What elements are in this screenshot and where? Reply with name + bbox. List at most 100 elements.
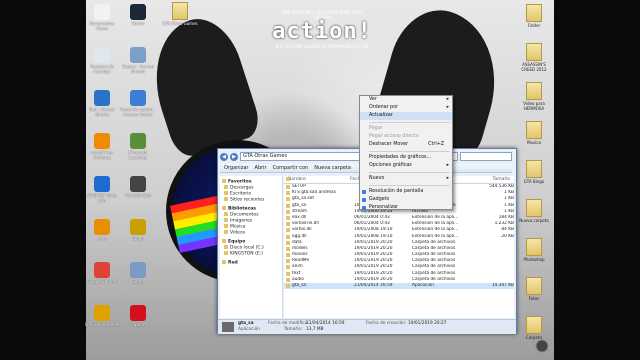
nav-network[interactable]: Red	[220, 260, 282, 266]
desktop-icon[interactable]: ASSASSIN'S CREED 2012	[516, 43, 552, 72]
desktop-icon-label: Steam	[131, 21, 145, 26]
menu-separator	[369, 151, 450, 152]
submenu-arrow-icon: ▸	[446, 163, 449, 168]
section-icon	[222, 239, 226, 243]
desktop-icon[interactable]: avast! Free Antivirus	[84, 133, 120, 160]
menu-separator	[369, 185, 450, 186]
menu-separator	[369, 172, 450, 173]
nav-item-label: Sitios recientes	[230, 197, 265, 203]
nav-drive-item[interactable]: KINGSTON (E:)	[220, 251, 282, 257]
search-input[interactable]	[460, 152, 512, 161]
context-menu-item[interactable]: Personalizar	[360, 204, 452, 212]
desktop-icon-label: Documentos Home	[89, 21, 115, 31]
desktop-icon-label: Minecraft Launcher	[128, 150, 148, 160]
menu-separator	[369, 122, 450, 123]
desktop-icon[interactable]: Photoshop	[516, 238, 552, 262]
desktop-icon[interactable]: Opera	[120, 305, 156, 327]
folder-icon	[526, 160, 542, 178]
desktop-icon[interactable]: Musica	[516, 121, 552, 145]
details-pane: gta_sa Aplicación Fecha de modifica... 2…	[218, 319, 516, 334]
context-menu-item[interactable]: Ver ▸	[360, 96, 452, 104]
details-created-label: Fecha de creación:	[366, 321, 407, 326]
desktop-icon[interactable]: Nueva carpeta	[516, 199, 552, 223]
desktop-icon[interactable]: Fotos	[516, 277, 552, 301]
column-name[interactable]: Nombre	[284, 176, 350, 183]
navigation-pane: Favoritos Descargas Escritorio Sitios recie…	[220, 176, 283, 318]
letterbox-left	[0, 0, 86, 360]
screen: THIS VIDEO WAS RECORDED WITH TRIAL VERSI…	[0, 0, 640, 360]
folder-icon	[526, 121, 542, 139]
context-menu-item[interactable]: Actualizar	[360, 112, 452, 120]
desktop-icon[interactable]: Minecraft Launcher	[120, 133, 156, 160]
app-file-icon	[222, 322, 234, 332]
ares-icon	[94, 219, 110, 235]
context-menu-item: Pegar	[360, 125, 452, 133]
file-row[interactable]: gta_sa 21/04/2014 16:59 Aplicación 14.347 K…	[284, 283, 514, 290]
file-type: Aplicación	[412, 283, 434, 288]
menu-shortcut: Ctrl+Z	[428, 142, 444, 147]
desktop-icon[interactable]: Documentos Home	[84, 4, 120, 31]
desktop-icon[interactable]: DAEMON Tools Lite	[84, 176, 120, 203]
wallpaper-cat-ear-left	[138, 9, 264, 161]
nav-item-label: Equipo	[228, 239, 246, 245]
forward-button[interactable]: ▶	[230, 152, 238, 161]
open-button[interactable]: Abrir	[254, 165, 266, 171]
desktop-icon[interactable]: Steam	[120, 4, 156, 26]
desktop-icon[interactable]: GTA San Andreas	[84, 305, 120, 327]
context-menu-item[interactable]: Opciones gráficas ▸	[360, 162, 452, 170]
nav-item-icon	[224, 218, 228, 222]
desktop-icon[interactable]: Ares	[84, 219, 120, 241]
nav-favorite-item[interactable]: Sitios recientes	[220, 197, 282, 203]
desktop-icon-label: Equipo - Acceso directo	[122, 64, 154, 74]
desktop-icon[interactable]: Red - Acceso directo	[84, 90, 120, 117]
organize-button[interactable]: Organizar	[224, 165, 248, 171]
new-folder-button[interactable]: Nueva carpeta	[314, 165, 351, 171]
nav-item-icon	[224, 212, 228, 216]
nav-item-label: Descargas	[230, 185, 254, 191]
desktop-icon[interactable]: Panel de control - Acceso directo	[120, 90, 156, 117]
recorder-icon	[534, 338, 550, 354]
desktop-icon[interactable]: VideoWinSoft	[120, 176, 156, 198]
context-menu-item[interactable]: Resolución de pantalla	[360, 188, 452, 196]
desktop-icon-label: Setup	[132, 279, 144, 284]
nav-item-icon	[224, 245, 228, 249]
desktop-icon[interactable]: Video para HERMOSA	[516, 82, 552, 111]
computer-icon	[130, 47, 146, 63]
menu-item-label: Pegar	[369, 126, 383, 131]
menu-item-label: Propiedades de gráficos...	[369, 155, 432, 160]
back-button[interactable]: ◀	[220, 152, 228, 161]
details-size: 13,7 MB	[306, 327, 324, 332]
watermark: THIS VIDEO WAS RECORDED WITH TRIAL VERSI…	[272, 10, 372, 49]
context-menu-item[interactable]: Deshacer Mover Ctrl+Z	[360, 141, 452, 149]
desktop-icon-top-folder[interactable]: GTA Otras Games	[162, 2, 198, 26]
menu-item-label: Personalizar	[369, 205, 399, 210]
context-menu-item[interactable]: Propiedades de gráficos...	[360, 154, 452, 162]
desktop-icon[interactable]: Setup	[120, 262, 156, 284]
desktop-icon[interactable]: Papelera de reciclaje	[84, 47, 120, 74]
desktop-icon-label: DAEMON Tools Lite	[87, 193, 117, 203]
folder-icon	[526, 199, 542, 217]
desktop-icon[interactable]: GTA Bingo	[516, 160, 552, 184]
nav-item-label: Bibliotecas	[228, 206, 256, 212]
desktop-icon[interactable]: Bingo	[120, 219, 156, 241]
nav-item-icon	[224, 230, 228, 234]
share-button[interactable]: Compartir con	[273, 165, 309, 171]
folder-icon	[526, 316, 542, 334]
details-modified-label: Fecha de modifica...	[268, 321, 312, 326]
nav-library-item[interactable]: Vídeos	[220, 230, 282, 236]
context-menu-item[interactable]: Ordenar por ▸	[360, 104, 452, 112]
nav-item-label: Música	[230, 224, 246, 230]
context-menu-item[interactable]: Nuevo ▸	[360, 175, 452, 183]
desktop-icon[interactable]: Folder	[516, 4, 552, 28]
watermark-bottom-line: BUY LIFETIME LICENSE AT WWW.MIRILLIS.COM	[275, 44, 369, 49]
nav-item-icon	[224, 224, 228, 228]
context-menu-item[interactable]: Gadgets	[360, 196, 452, 204]
submenu-arrow-icon: ▸	[446, 105, 449, 110]
avast-icon	[94, 133, 110, 149]
desktop-icon[interactable]: Equipo - Acceso directo	[120, 47, 156, 74]
details-file-type: Aplicación	[238, 327, 260, 332]
menu-item-label: Pegar acceso directo	[369, 134, 419, 139]
column-size[interactable]: Tamaño	[470, 176, 510, 183]
desktop-icon[interactable]: Carpeta	[516, 316, 552, 340]
desktop-icon[interactable]: Google Chrome	[84, 262, 120, 284]
